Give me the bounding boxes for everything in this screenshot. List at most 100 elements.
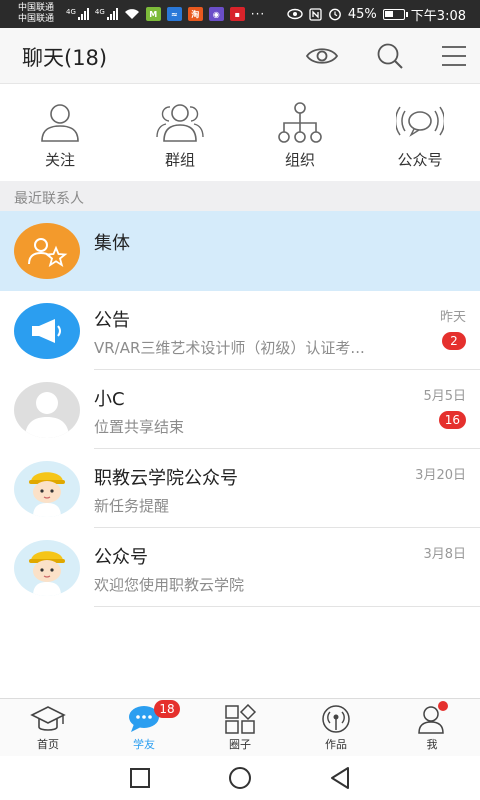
chat-list: 集体 公告 VR/AR三维艺术设计师（初级）认证考... 昨天 2 小C 位置共… [0,211,480,607]
alarm-icon [328,8,341,21]
person-silhouette-icon [25,392,69,438]
worker-avatar [14,461,80,517]
nav-circle[interactable]: 圈子 [192,699,288,756]
nav-label-home: 首页 [37,738,59,751]
organization-tree-icon [278,102,322,143]
avatar [14,461,80,517]
quick-label-official-accounts: 公众号 [397,151,443,169]
status-icons-right: 45% 下午3:08 [287,5,466,24]
title-bar: 聊天(18) [0,28,480,84]
chat-preview: 欢迎您使用职教云学院 [94,576,245,594]
page-title: 聊天(18) [22,46,108,70]
chat-row-official-account[interactable]: 公众号 欢迎您使用职教云学院 3月8日 [0,528,480,607]
system-nav-bar [0,756,480,800]
worker-avatar [14,540,80,596]
battery-percent: 45% [347,6,377,22]
chat-row-official-account[interactable]: 职教云学院公众号 新任务提醒 3月20日 [0,449,480,528]
quick-label-follow: 关注 [44,151,75,169]
chat-name: 集体 [94,233,130,254]
triangle-back-icon [331,767,349,789]
back-button[interactable] [325,763,355,793]
app-notification-icon: M [145,7,161,21]
status-bar: 中国联通 中国联通 4G 4G M ≈ 淘 ◉ ▪ ··· 45% 下午3:08 [0,0,480,28]
avatar [14,303,80,359]
wifi-icon [124,9,139,19]
unread-badge: 16 [438,411,466,429]
collective-icon [28,238,68,268]
signal-1-icon: 4G [66,8,89,20]
chat-name: 公告 [94,310,130,331]
chat-time: 3月20日 [415,468,466,483]
megaphone-icon [32,319,61,343]
nav-unread-badge: 18 [154,700,180,718]
broadcast-bubble-icon [396,106,444,137]
announcement-avatar [14,303,80,359]
nav-me[interactable]: 我 [384,699,480,756]
chat-name: 公众号 [94,547,148,568]
eye-icon [287,8,303,20]
search-icon [377,43,403,69]
circle-icon [229,767,251,789]
collective-avatar [14,223,80,279]
worker-cartoon-icon [29,551,65,596]
nfc-icon [309,7,322,21]
notification-dot [438,701,448,711]
chat-time: 3月8日 [423,547,466,562]
home-button[interactable] [225,763,255,793]
chat-preview: VR/AR三维艺术设计师（初级）认证考... [94,339,365,357]
app-notification-icon: ◉ [208,7,224,21]
search-button[interactable] [372,40,408,72]
square-icon [130,768,150,788]
avatar [14,223,80,279]
avatar [14,382,80,438]
chat-row-user[interactable]: 小C 位置共享结束 5月5日 16 [0,370,480,449]
quick-actions: 关注 群组 组织 公众号 [0,85,480,181]
quick-organization[interactable]: 组织 [240,85,360,181]
eye-button[interactable] [304,40,340,72]
unread-badge: 2 [442,332,466,350]
worker-cartoon-icon [29,472,65,517]
more-notifications: ··· [250,7,266,21]
recents-button[interactable] [125,763,155,793]
quick-follow[interactable]: 关注 [0,85,120,181]
network-type-2: 4G [94,8,105,16]
taobao-notification-icon: 淘 [187,7,203,21]
menu-icon [442,46,466,66]
nav-label-circle: 圈子 [229,738,251,751]
carrier-1: 中国联通 [18,3,55,13]
nav-label-works: 作品 [325,738,347,751]
section-title: 最近联系人 [14,191,84,207]
chat-preview: 新任务提醒 [94,497,170,515]
chat-time: 5月5日 [423,389,466,404]
app-screen: 中国联通 中国联通 4G 4G M ≈ 淘 ◉ ▪ ··· 45% 下午3:08… [0,0,480,800]
avatar [14,540,80,596]
app-notification-icon: ▪ [229,7,245,21]
chat-row-announcement[interactable]: 公告 VR/AR三维艺术设计师（初级）认证考... 昨天 2 [0,291,480,370]
nav-home[interactable]: 首页 [0,699,96,756]
apps-grid-icon [225,704,257,734]
clock: 下午3:08 [410,8,466,24]
quick-group[interactable]: 群组 [120,85,240,181]
nav-works[interactable]: 作品 [288,699,384,756]
quick-label-group: 群组 [164,151,195,169]
carrier-2: 中国联通 [18,14,55,24]
bottom-nav: 首页 学友 18 圈子 作品 我 [0,698,480,756]
chat-preview: 位置共享结束 [94,418,185,436]
chat-name: 职教云学院公众号 [94,468,238,489]
broadcast-icon [322,705,350,733]
eye-icon [305,48,339,64]
nav-label-me: 我 [426,738,438,751]
chat-row-collective[interactable]: 集体 [0,211,480,291]
follow-person-icon [41,104,79,142]
quick-label-organization: 组织 [284,151,315,169]
section-header: 最近联系人 [0,181,480,211]
chat-time: 昨天 [439,310,466,325]
signal-2-icon: 4G [95,8,118,20]
graduation-cap-icon [30,706,66,731]
divider [94,606,480,607]
nav-friends[interactable]: 学友 18 [96,699,192,756]
nav-label-friends: 学友 [133,738,155,751]
menu-button[interactable] [436,40,472,72]
chat-name: 小C [94,389,125,410]
quick-official-accounts[interactable]: 公众号 [360,85,480,181]
